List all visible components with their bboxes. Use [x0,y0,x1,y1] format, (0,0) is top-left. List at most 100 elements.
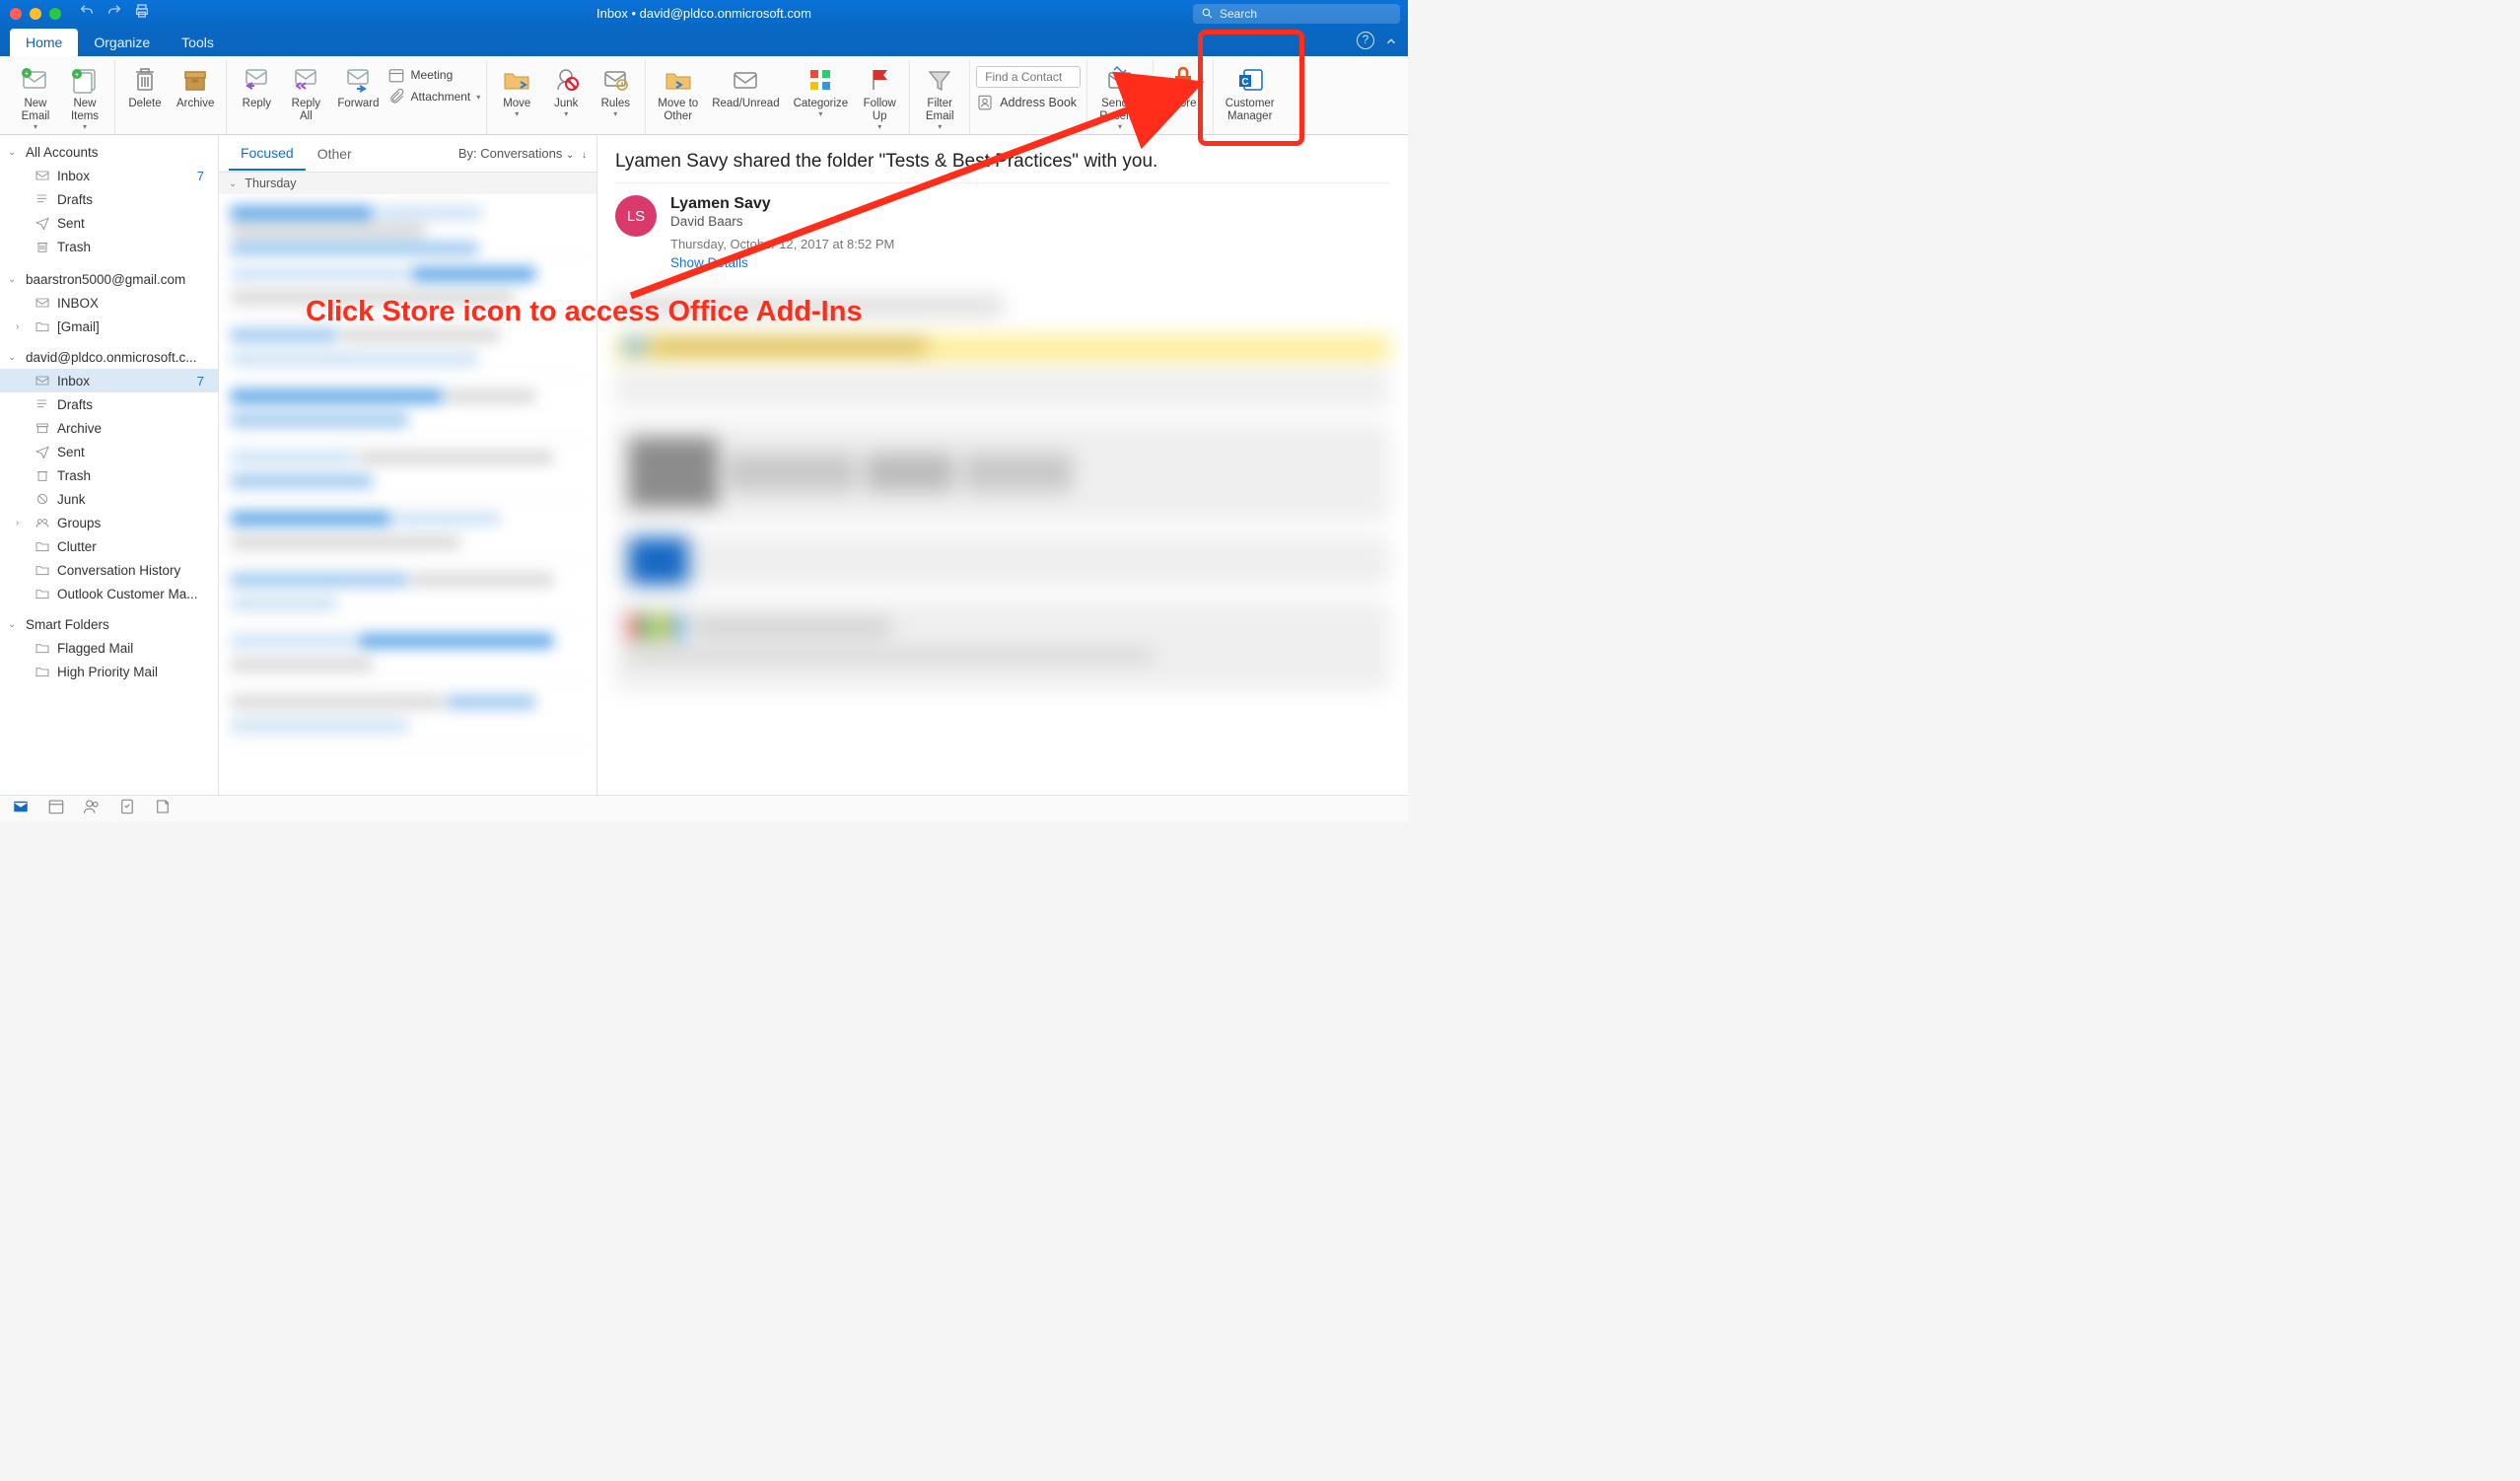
notes-nav-icon[interactable] [154,798,172,820]
people-nav-icon[interactable] [83,798,101,820]
flag-icon [864,64,895,96]
send-receive-icon [1104,64,1136,96]
email-subject: Lyamen Savy shared the folder "Tests & B… [615,151,1390,173]
read-unread-button[interactable]: Read/Unread [706,62,785,112]
read-unread-icon [730,64,761,96]
help-icon[interactable]: ? [1357,32,1374,49]
sidebar-item-pldco-clutter[interactable]: Clutter [0,534,218,558]
drafts-icon [34,396,51,412]
folder-icon [34,318,51,334]
archive-button[interactable]: Archive [171,62,220,112]
message-list: Focused Other By: Conversations ⌄ ↓ ⌄Thu… [219,135,597,795]
categorize-icon [805,64,836,96]
sidebar-item-pldco-convhist[interactable]: Conversation History [0,558,218,582]
new-email-button[interactable]: + New Email▾ [12,62,59,134]
sidebar-item-pldco-archive[interactable]: Archive [0,416,218,440]
tab-tools[interactable]: Tools [166,29,230,56]
show-details-link[interactable]: Show Details [670,255,748,270]
tasks-nav-icon[interactable] [118,798,136,820]
sidebar-item-gmail-inbox[interactable]: INBOX [0,291,218,315]
new-items-icon: + [69,64,101,96]
folder-sidebar: ⌄All Accounts Inbox7 Drafts Sent Trash ⌄… [0,135,219,795]
junk-button[interactable]: Junk▾ [542,62,590,120]
reply-button[interactable]: Reply [233,62,280,112]
customer-manager-button[interactable]: C Customer Manager [1220,62,1281,125]
search-input[interactable]: Search [1193,4,1400,24]
sidebar-item-all-inbox[interactable]: Inbox7 [0,164,218,187]
drafts-icon [34,191,51,207]
recipient-name: David Baars [670,214,894,229]
reply-all-icon [290,64,321,96]
store-button[interactable]: Store [1159,62,1207,112]
window-controls[interactable] [10,8,61,20]
sidebar-item-pldco-junk[interactable]: Junk [0,487,218,511]
search-icon [1201,7,1214,20]
filter-email-button[interactable]: Filter Email▾ [916,62,963,134]
send-receive-button[interactable]: Send & Receive▾ [1093,62,1147,134]
follow-up-button[interactable]: Follow Up▾ [856,62,903,134]
blurred-messages [219,194,596,795]
move-to-other-button[interactable]: Move to Other [652,62,704,125]
groups-icon [34,515,51,530]
address-book-button[interactable]: Address Book [976,94,1077,111]
sidebar-item-all-trash[interactable]: Trash [0,235,218,258]
sidebar-item-flagged[interactable]: Flagged Mail [0,636,218,660]
zoom-window-icon[interactable] [49,8,61,20]
delete-button[interactable]: Delete [121,62,169,112]
sort-dropdown[interactable]: By: Conversations ⌄ ↓ [458,146,587,161]
sidebar-item-highpri[interactable]: High Priority Mail [0,660,218,683]
tab-focused[interactable]: Focused [229,137,306,171]
sidebar-item-pldco-groups[interactable]: ›Groups [0,511,218,534]
store-icon [1167,64,1199,96]
new-items-button[interactable]: + New Items▾ [61,62,108,134]
sidebar-item-all-drafts[interactable]: Drafts [0,187,218,211]
collapse-ribbon-icon[interactable] [1384,35,1398,53]
sidebar-item-pldco-trash[interactable]: Trash [0,463,218,487]
message-list-header: Focused Other By: Conversations ⌄ ↓ [219,135,596,173]
sidebar-item-all-sent[interactable]: Sent [0,211,218,235]
address-book-icon [976,94,994,111]
close-window-icon[interactable] [10,8,22,20]
meeting-button[interactable]: Meeting [387,66,481,84]
sidebar-item-pldco-drafts[interactable]: Drafts [0,392,218,416]
forward-button[interactable]: Forward [331,62,385,112]
reply-all-button[interactable]: Reply All [282,62,329,125]
sidebar-account-all[interactable]: ⌄All Accounts [0,141,218,164]
print-icon[interactable] [134,3,150,24]
day-header[interactable]: ⌄Thursday [219,173,596,194]
trash-folder-icon [34,239,51,254]
sidebar-account-pldco[interactable]: ⌄david@pldco.onmicrosoft.c... [0,346,218,369]
sidebar-item-pldco-sent[interactable]: Sent [0,440,218,463]
sidebar-item-pldco-ocm[interactable]: Outlook Customer Ma... [0,582,218,605]
folder-icon [34,562,51,578]
rules-button[interactable]: Rules▾ [592,62,639,120]
sidebar-account-gmail[interactable]: ⌄baarstron5000@gmail.com [0,268,218,291]
minimize-window-icon[interactable] [30,8,41,20]
move-icon [501,64,532,96]
tab-home[interactable]: Home [10,29,78,56]
categorize-button[interactable]: Categorize▾ [788,62,855,120]
sent-icon [34,444,51,459]
move-button[interactable]: Move▾ [493,62,540,120]
sidebar-item-gmail-folder[interactable]: ›[Gmail] [0,315,218,338]
tab-other[interactable]: Other [306,138,364,170]
archive-folder-icon [34,420,51,436]
inbox-icon [34,168,51,183]
tab-organize[interactable]: Organize [78,29,166,56]
calendar-nav-icon[interactable] [47,798,65,820]
sender-avatar: LS [615,195,657,237]
paperclip-icon [387,88,405,106]
attachment-button[interactable]: Attachment ▾ [387,88,481,106]
trash-icon [129,64,161,96]
junk-icon [550,64,582,96]
message-list-body[interactable] [219,194,596,795]
sidebar-item-pldco-inbox[interactable]: Inbox7 [0,369,218,392]
undo-icon[interactable] [79,3,95,24]
window-title: Inbox • david@pldco.onmicrosoft.com [596,6,811,21]
titlebar: Inbox • david@pldco.onmicrosoft.com Sear… [0,0,1408,27]
sidebar-smart-folders[interactable]: ⌄Smart Folders [0,613,218,636]
redo-icon[interactable] [106,3,122,24]
quick-access-toolbar [79,3,150,24]
find-contact-input[interactable] [976,66,1081,88]
mail-nav-icon[interactable] [12,798,30,820]
